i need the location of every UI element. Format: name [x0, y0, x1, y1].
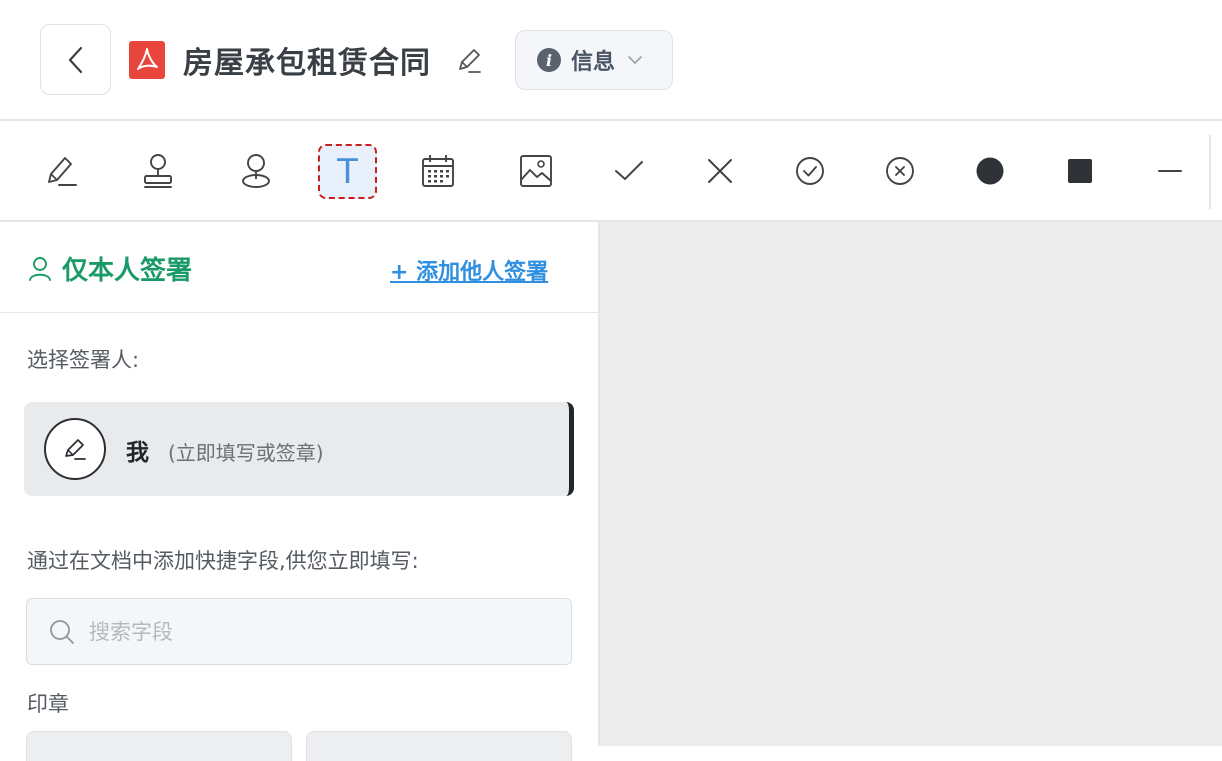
tool-text[interactable]: T: [318, 144, 377, 199]
field-search-box: [26, 598, 572, 665]
filled-circle-icon: [976, 157, 1004, 185]
calendar-icon: [422, 155, 454, 187]
pencil-icon: [65, 439, 86, 460]
field-search-input[interactable]: [89, 619, 529, 644]
tool-square[interactable]: [1051, 143, 1109, 199]
pdf-file-icon: [129, 41, 165, 79]
field-toolbar: T: [0, 121, 1222, 222]
self-sign-label: 仅本人签署: [62, 256, 193, 286]
tool-line[interactable]: [1141, 143, 1199, 199]
signer-description: (立即填写或签章): [168, 441, 324, 465]
circle-cross-icon: [886, 157, 914, 185]
self-sign-option[interactable]: 仅本人签署: [28, 250, 192, 287]
document-title: 房屋承包租赁合同: [183, 46, 431, 81]
rename-button[interactable]: [452, 44, 486, 78]
tool-stamp[interactable]: [129, 143, 187, 199]
add-others-link[interactable]: + 添加他人签署: [390, 254, 548, 286]
info-dropdown[interactable]: i 信息: [515, 30, 673, 90]
signer-avatar: [44, 418, 106, 480]
stamp-tile[interactable]: [26, 731, 292, 761]
text-icon: T: [337, 151, 358, 192]
stamp-section-label: 印章: [27, 692, 69, 716]
user-icon: [29, 256, 51, 281]
tool-check[interactable]: [600, 143, 658, 199]
line-icon: [1158, 170, 1182, 172]
pencil-icon: [459, 49, 481, 73]
tool-circle-cross[interactable]: [871, 143, 929, 199]
info-icon: i: [537, 48, 561, 72]
tool-date[interactable]: [409, 143, 467, 199]
tool-circle-check[interactable]: [781, 143, 839, 199]
circle-check-icon: [796, 157, 824, 185]
svg-text:i: i: [546, 51, 552, 70]
panel-header: 仅本人签署 + 添加他人签署: [0, 222, 598, 313]
seal-icon: [242, 154, 270, 188]
signer-card-me[interactable]: 我 (立即填写或签章): [24, 402, 574, 496]
header: 房屋承包租赁合同 i 信息: [0, 0, 1222, 121]
chevron-down-icon: [628, 56, 642, 64]
tool-cross[interactable]: [691, 143, 749, 199]
filled-square-icon: [1068, 159, 1092, 183]
document-canvas[interactable]: [598, 222, 1222, 746]
tool-seal[interactable]: [227, 143, 285, 199]
pen-sign-icon: [48, 157, 77, 186]
back-button[interactable]: [40, 24, 111, 95]
choose-signer-label: 选择签署人:: [27, 348, 140, 372]
tool-signature[interactable]: [32, 143, 90, 199]
cross-icon: [708, 159, 732, 183]
stamp-icon: [144, 154, 172, 188]
stamp-tile[interactable]: [306, 731, 572, 761]
signing-panel: 仅本人签署 + 添加他人签署 选择签署人: 我 (立即填写或签章) 通过在文档中…: [0, 222, 598, 761]
tool-image[interactable]: [507, 143, 565, 199]
signer-name: 我: [126, 440, 149, 466]
toolbar-divider: [1209, 135, 1211, 209]
quick-fields-label: 通过在文档中添加快捷字段,供您立即填写:: [27, 549, 419, 573]
chevron-left-icon: [68, 46, 82, 73]
info-label: 信息: [571, 50, 616, 75]
image-icon: [520, 155, 552, 187]
search-icon: [50, 619, 74, 644]
tool-dot[interactable]: [961, 143, 1019, 199]
check-icon: [615, 161, 643, 180]
